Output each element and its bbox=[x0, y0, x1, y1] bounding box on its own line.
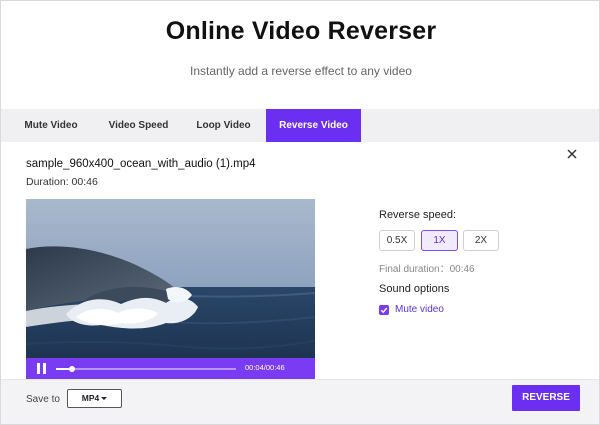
mute-video-checkbox[interactable] bbox=[379, 305, 389, 315]
file-duration: Duration: 00:46 bbox=[26, 176, 98, 188]
app-window: Online Video Reverser Instantly add a re… bbox=[0, 0, 600, 425]
speed-1x-button[interactable]: 1X bbox=[421, 230, 458, 251]
tab-video-speed[interactable]: Video Speed bbox=[91, 109, 186, 142]
video-controls: 00:04/00:46 bbox=[26, 358, 315, 379]
page-title: Online Video Reverser bbox=[165, 17, 437, 45]
sound-options-label: Sound options bbox=[379, 283, 450, 295]
pause-icon[interactable] bbox=[37, 363, 46, 374]
reverse-speed-label: Reverse speed: bbox=[379, 209, 457, 221]
speed-0-5x-button[interactable]: 0.5X bbox=[379, 230, 415, 251]
format-select[interactable]: MP4 bbox=[67, 389, 122, 408]
speed-2x-button[interactable]: 2X bbox=[463, 230, 499, 251]
playback-time: 00:04/00:46 bbox=[245, 363, 285, 372]
seek-bar-handle[interactable] bbox=[68, 366, 75, 372]
final-duration: Final duration：00:46 bbox=[379, 264, 475, 275]
tab-bar: Mute Video Video Speed Loop Video Revers… bbox=[1, 109, 599, 142]
tab-mute-video[interactable]: Mute Video bbox=[1, 109, 101, 142]
mute-video-label[interactable]: Mute video bbox=[395, 304, 444, 315]
whale-video-frame bbox=[26, 199, 315, 379]
chevron-down-icon bbox=[101, 397, 108, 401]
tab-loop-video[interactable]: Loop Video bbox=[181, 109, 266, 142]
format-value: MP4 bbox=[81, 393, 100, 403]
tab-reverse-video[interactable]: Reverse Video bbox=[266, 109, 361, 142]
seek-bar[interactable] bbox=[56, 366, 236, 372]
close-icon[interactable] bbox=[565, 147, 579, 161]
file-name: sample_960x400_ocean_with_audio (1).mp4 bbox=[26, 158, 256, 170]
page-subtitle: Instantly add a reverse effect to any vi… bbox=[190, 64, 412, 78]
video-preview[interactable] bbox=[26, 199, 315, 379]
save-to-label: Save to bbox=[26, 394, 60, 405]
reverse-button[interactable]: REVERSE bbox=[512, 385, 580, 411]
header: Online Video Reverser Instantly add a re… bbox=[1, 1, 599, 109]
